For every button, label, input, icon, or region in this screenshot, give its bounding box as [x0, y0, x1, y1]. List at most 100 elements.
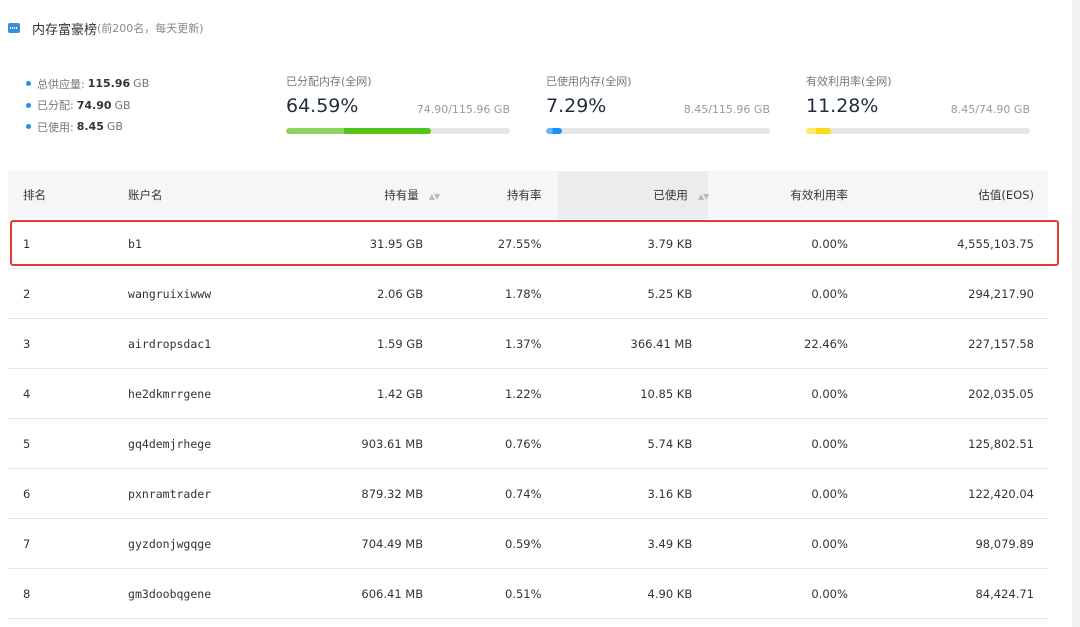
cell-value: 294,217.90 [863, 268, 1048, 319]
ram-ranking-table: 排名 账户名 持有量 ▲▼ 持有率 已使用 ▲▼ 有效利用率 估值(EOS) 1 b… [8, 171, 1048, 619]
cell-used: 3.16 KB [557, 468, 709, 519]
page-title: 内存富豪榜 [32, 22, 98, 38]
cell-holding: 31.95 GB [330, 219, 440, 269]
cell-efficiency: 0.00% [708, 568, 864, 619]
cell-rank: 3 [8, 318, 129, 369]
cell-rate: 1.78% [439, 268, 558, 319]
cell-efficiency: 0.00% [708, 468, 864, 519]
progress-bar [806, 128, 1030, 134]
summary-label: 已使用: [37, 120, 74, 134]
table-row: 8 gm3doobqgene 606.41 MB 0.51% 4.90 KB 0… [8, 568, 1048, 619]
table-row: 5 gq4demjrhege 903.61 MB 0.76% 5.74 KB 0… [8, 418, 1048, 469]
metric-label: 已使用内存(全网) [546, 75, 632, 88]
metric-ratio: 74.90/115.96 GB [416, 103, 510, 116]
account-link[interactable]: airdropsdac1 [128, 318, 331, 369]
cell-efficiency: 0.00% [708, 518, 864, 569]
progress-fill [286, 128, 431, 134]
account-link[interactable]: gq4demjrhege [128, 418, 331, 469]
cell-used: 4.90 KB [557, 568, 709, 619]
progress-bar [546, 128, 770, 134]
progress-bar [286, 128, 510, 134]
cell-efficiency: 22.46% [708, 318, 864, 369]
account-link[interactable]: gm3doobqgene [128, 568, 331, 619]
summary-used: 已使用: 8.45 GB [26, 116, 149, 138]
cell-holding: 1.42 GB [330, 368, 440, 419]
cell-holding: 1.59 GB [330, 318, 440, 369]
cell-value: 84,424.71 [863, 568, 1048, 619]
table-row: 7 gyzdonjwgqge 704.49 MB 0.59% 3.49 KB 0… [8, 518, 1048, 569]
cell-rank: 6 [8, 468, 129, 519]
metric-efficiency: 有效利用率(全网) 11.28% 8.45/74.90 GB [806, 73, 1030, 134]
section-title: 内存富豪榜 (前200名，每天更新) [8, 18, 204, 38]
cell-used: 3.79 KB [557, 219, 709, 269]
account-link[interactable]: gyzdonjwgqge [128, 518, 331, 569]
cell-rate: 27.55% [439, 219, 558, 269]
cell-rank: 4 [8, 368, 129, 419]
col-header-efficiency: 有效利用率 [708, 171, 864, 219]
cell-rate: 1.37% [439, 318, 558, 369]
cell-efficiency: 0.00% [708, 368, 864, 419]
cell-efficiency: 0.00% [708, 418, 864, 469]
cell-value: 122,420.04 [863, 468, 1048, 519]
col-header-used[interactable]: 已使用 ▲▼ [557, 171, 709, 219]
cell-value: 227,157.58 [863, 318, 1048, 369]
cell-used: 366.41 MB [557, 318, 709, 369]
cell-holding: 606.41 MB [330, 568, 440, 619]
cell-used: 10.85 KB [557, 368, 709, 419]
cell-rate: 0.76% [439, 418, 558, 469]
col-header-holding[interactable]: 持有量 ▲▼ [330, 171, 440, 219]
summary-unit: GB [114, 98, 131, 112]
cell-holding: 903.61 MB [330, 418, 440, 469]
progress-fill [546, 128, 563, 134]
summary-value: 8.45 [76, 120, 104, 134]
sort-icon[interactable]: ▲▼ [429, 192, 440, 201]
bullet-icon [26, 124, 31, 130]
metric-used: 已使用内存(全网) 7.29% 8.45/115.96 GB [546, 73, 770, 134]
col-header-account: 账户名 [128, 171, 331, 219]
cell-holding: 704.49 MB [330, 518, 440, 569]
summary-value: 74.90 [76, 98, 112, 112]
col-header-rate-label: 持有率 [507, 188, 542, 202]
col-header-rate: 持有率 [439, 171, 558, 219]
account-link[interactable]: pxnramtrader [128, 468, 331, 519]
account-link[interactable]: he2dkmrrgene [128, 368, 331, 419]
col-header-holding-label: 持有量 [384, 188, 419, 202]
cell-rate: 0.59% [439, 518, 558, 569]
cell-rate: 1.22% [439, 368, 558, 419]
bullet-icon [26, 81, 31, 87]
summary-unit: GB [133, 77, 150, 91]
progress-fill [806, 128, 832, 134]
account-link[interactable]: wangruixiwww [128, 268, 331, 319]
cell-efficiency: 0.00% [708, 219, 864, 269]
cell-rank: 7 [8, 518, 129, 569]
cell-value: 98,079.89 [863, 518, 1048, 569]
ram-icon [8, 23, 20, 33]
cell-rank: 2 [8, 268, 129, 319]
table-row: 6 pxnramtrader 879.32 MB 0.74% 3.16 KB 0… [8, 468, 1048, 519]
metric-percent: 11.28% [806, 95, 879, 117]
cell-rank: 8 [8, 568, 129, 619]
cell-used: 5.25 KB [557, 268, 709, 319]
table-row: 3 airdropsdac1 1.59 GB 1.37% 366.41 MB 2… [8, 318, 1048, 369]
summary-total: 总供应量: 115.96 GB [26, 73, 149, 95]
cell-holding: 879.32 MB [330, 468, 440, 519]
summary-label: 总供应量: [37, 77, 85, 91]
metric-allocated: 已分配内存(全网) 64.59% 74.90/115.96 GB [286, 73, 510, 134]
table-row: 4 he2dkmrrgene 1.42 GB 1.22% 10.85 KB 0.… [8, 368, 1048, 419]
summary-label: 已分配: [37, 99, 74, 113]
bullet-icon [26, 102, 31, 108]
cell-used: 5.74 KB [557, 418, 709, 469]
summary-allocated: 已分配: 74.90 GB [26, 95, 149, 117]
cell-value: 202,035.05 [863, 368, 1048, 419]
col-header-value: 估值(EOS) [863, 171, 1048, 219]
sort-icon[interactable]: ▲▼ [698, 192, 709, 201]
account-link[interactable]: b1 [128, 219, 331, 269]
cell-efficiency: 0.00% [708, 268, 864, 319]
supply-summary: 总供应量: 115.96 GB 已分配: 74.90 GB 已使用: 8.45 … [26, 73, 149, 138]
metric-ratio: 8.45/74.90 GB [950, 103, 1030, 116]
cell-rank: 5 [8, 418, 129, 469]
metric-percent: 64.59% [286, 95, 359, 117]
cell-rate: 0.74% [439, 468, 558, 519]
scrollbar[interactable] [1072, 0, 1080, 627]
summary-unit: GB [106, 120, 123, 134]
